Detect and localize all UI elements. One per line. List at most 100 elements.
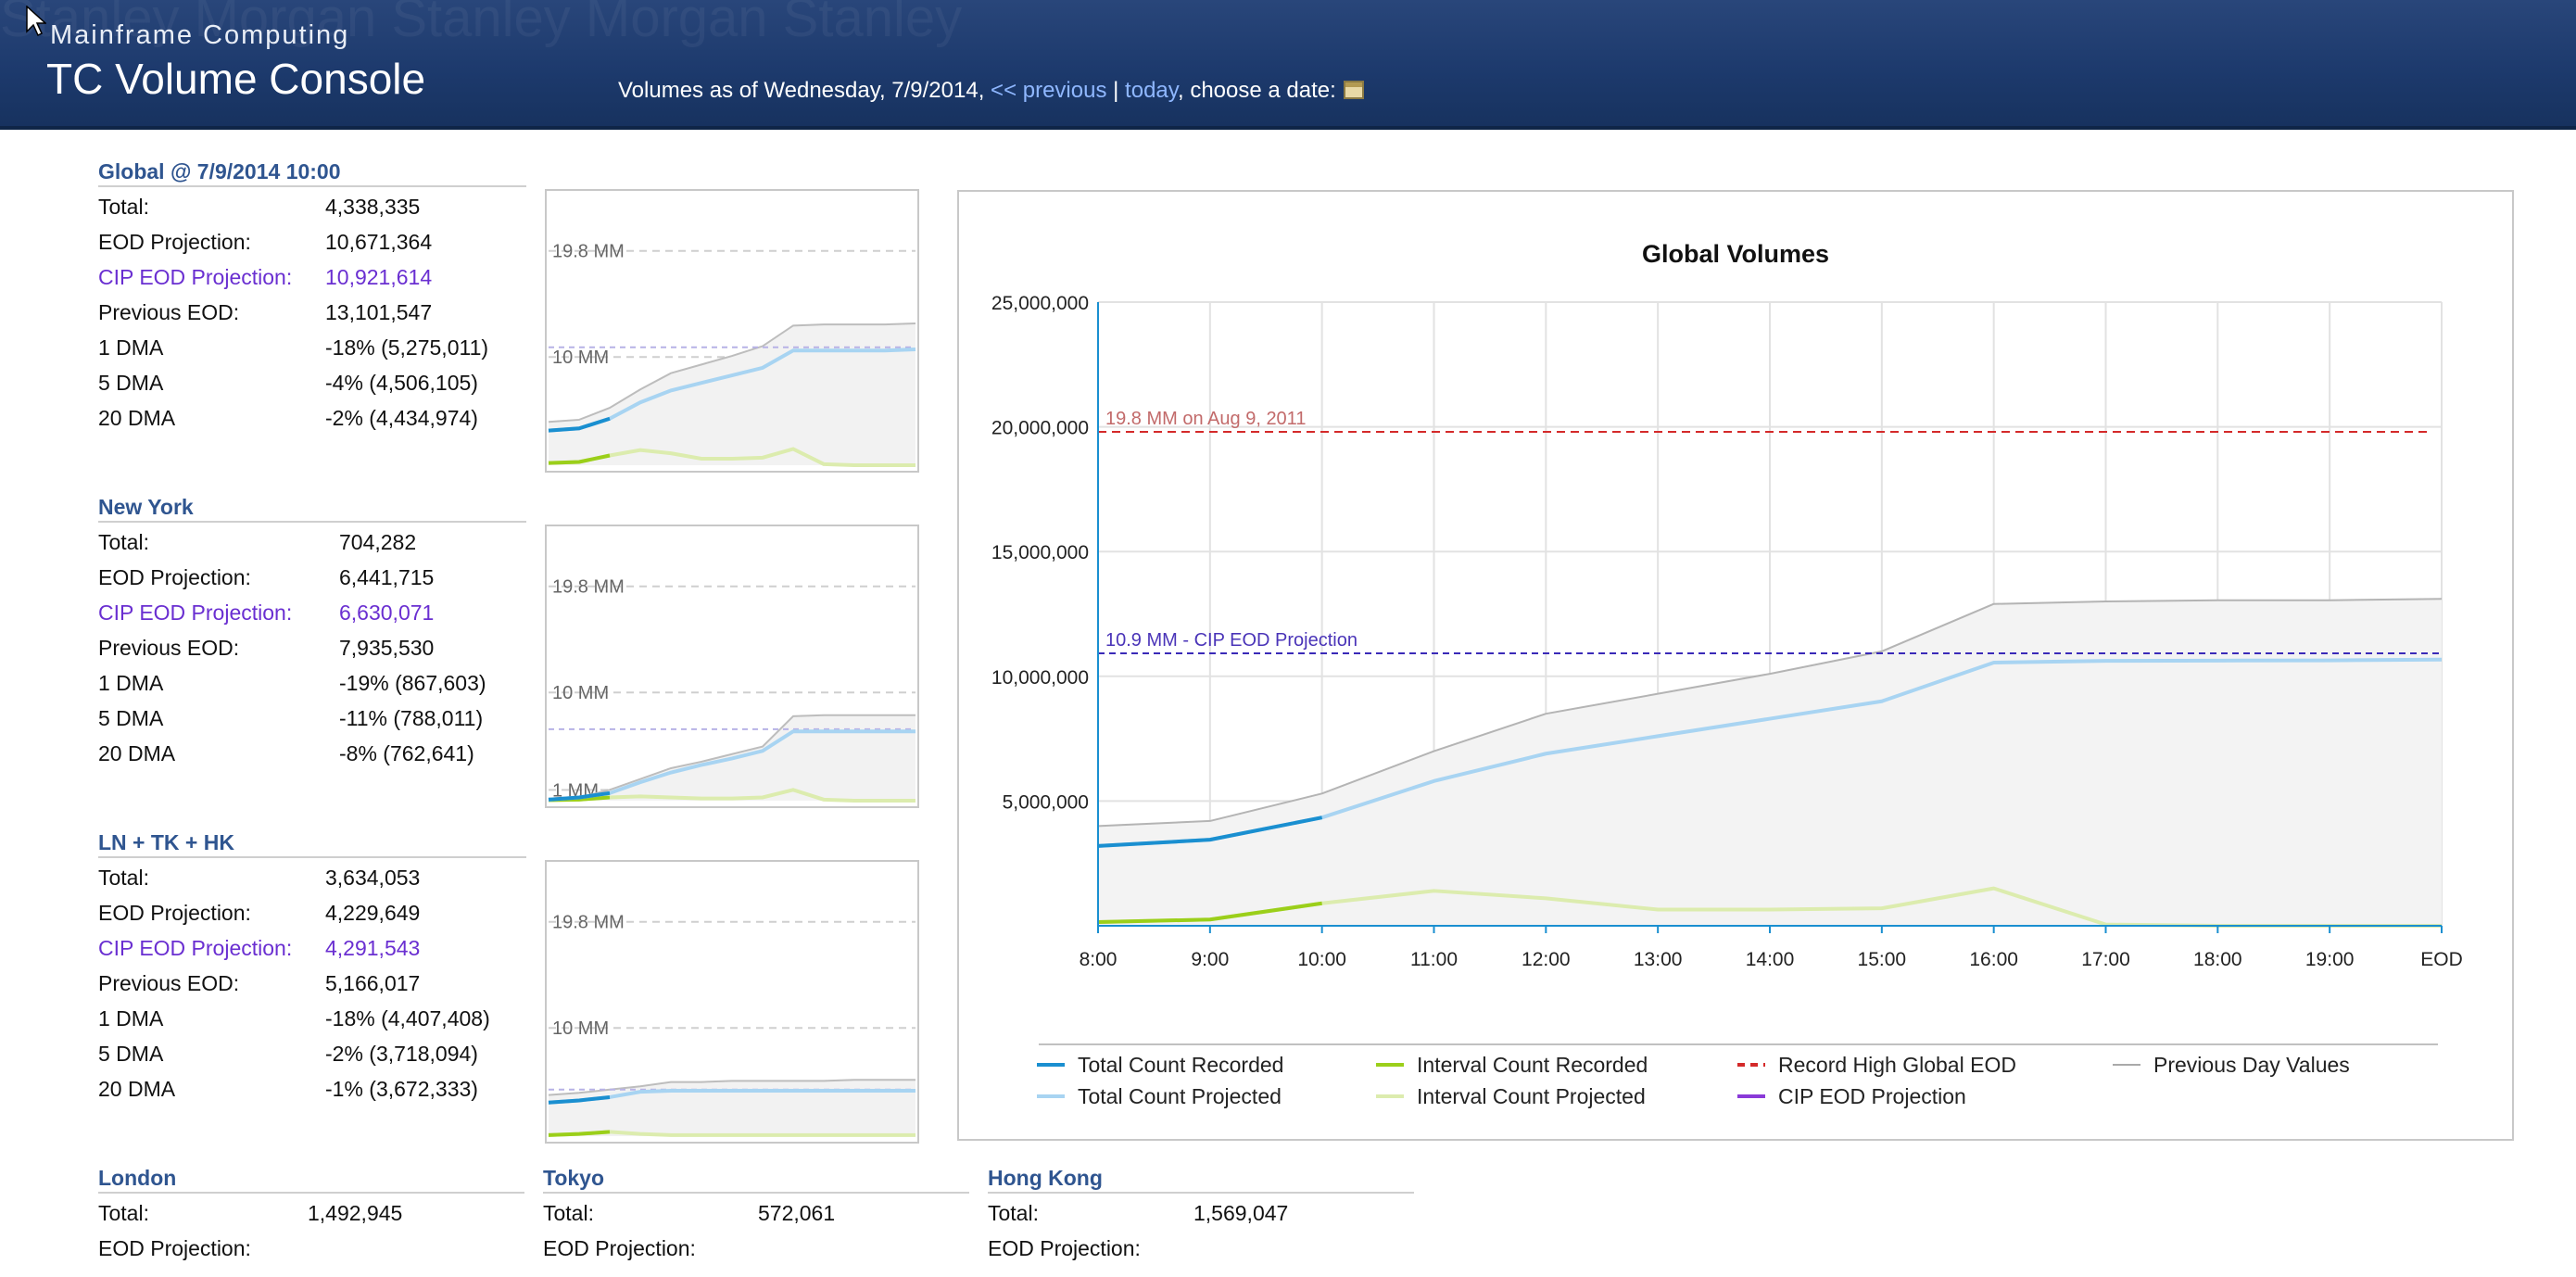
legend-label-interval-count-projected: Interval Count Projected bbox=[1417, 1084, 1646, 1108]
stat-row-20-dma: 20 DMA -1% (3,672,333) bbox=[98, 1071, 526, 1106]
stat-value: 704,282 bbox=[339, 530, 417, 554]
stat-value: 4,338,335 bbox=[325, 195, 421, 219]
date-prefix: Volumes as of Wednesday, 7/9/2014, bbox=[618, 78, 991, 103]
sparkline-gridline-label: 10 MM bbox=[552, 348, 609, 368]
x-tick-label: 15:00 bbox=[1858, 949, 1907, 970]
sparkline-gridline-label: 19.8 MM bbox=[552, 577, 625, 598]
stat-row-previous-eod: Previous EOD: 7,935,530 bbox=[98, 630, 526, 665]
stat-row-20-dma: 20 DMA -2% (4,434,974) bbox=[98, 400, 526, 436]
stat-row-eod-projection: EOD Projection: bbox=[543, 1231, 969, 1266]
y-tick-label: 15,000,000 bbox=[991, 542, 1089, 563]
x-tick-label: 16:00 bbox=[1969, 949, 2018, 970]
region-panel-ln-tk-hk: LN + TK + HK Total: 3,634,053 EOD Projectio… bbox=[98, 828, 526, 1106]
stat-row-eod-projection: EOD Projection: 4,229,649 bbox=[98, 895, 526, 930]
stat-row-5-dma: 5 DMA -4% (4,506,105) bbox=[98, 365, 526, 400]
stat-row-cip-eod-projection: CIP EOD Projection: 10,921,614 bbox=[98, 259, 526, 295]
region-title[interactable]: LN + TK + HK bbox=[98, 828, 526, 858]
x-tick-label: 14:00 bbox=[1746, 949, 1795, 970]
x-tick-label: 13:00 bbox=[1634, 949, 1683, 970]
stat-row-total: Total: 704,282 bbox=[98, 525, 526, 560]
stat-label: 20 DMA bbox=[98, 741, 176, 765]
stat-label: EOD Projection: bbox=[988, 1236, 1141, 1260]
stat-label: Total: bbox=[98, 530, 149, 554]
stat-label: Previous EOD: bbox=[98, 636, 240, 660]
link-separator: | bbox=[1106, 78, 1126, 103]
global-volumes-svg: Global Volumes 25,000,000 20,000,000 15,000… bbox=[991, 240, 2463, 1108]
stat-row-20-dma: 20 DMA -8% (762,641) bbox=[98, 736, 526, 771]
stat-label: 1 DMA bbox=[98, 335, 164, 360]
stat-row-5-dma: 5 DMA -11% (788,011) bbox=[98, 701, 526, 736]
stat-row-total: Total: 572,061 bbox=[543, 1195, 969, 1231]
stat-value: 4,229,649 bbox=[325, 901, 421, 925]
stat-value: -1% (3,672,333) bbox=[325, 1077, 478, 1101]
sparkline-previous-area bbox=[549, 1080, 915, 1136]
stat-label: 1 DMA bbox=[98, 671, 164, 695]
stat-row-previous-eod: Previous EOD: 5,166,017 bbox=[98, 966, 526, 1001]
app-subtitle: Mainframe Computing bbox=[50, 20, 350, 50]
stat-label: 20 DMA bbox=[98, 406, 176, 430]
region-panel-new-york: New York Total: 704,282 EOD Projection: 6,44… bbox=[98, 493, 526, 771]
sparkline-gridline-label: 10 MM bbox=[552, 683, 609, 703]
previous-link[interactable]: << previous bbox=[991, 78, 1106, 103]
stat-value: 3,634,053 bbox=[325, 866, 421, 890]
stat-label: CIP EOD Projection: bbox=[98, 265, 293, 289]
stat-value: 5,166,017 bbox=[325, 971, 421, 995]
date-bar: Volumes as of Wednesday, 7/9/2014, << pr… bbox=[618, 78, 1364, 104]
stat-value: 7,935,530 bbox=[339, 636, 435, 660]
today-link[interactable]: today bbox=[1125, 78, 1178, 103]
stat-row-eod-projection: EOD Projection: bbox=[98, 1231, 524, 1266]
calendar-icon[interactable] bbox=[1343, 81, 1364, 99]
y-tick-label: 20,000,000 bbox=[991, 418, 1089, 439]
x-tick-label: 18:00 bbox=[2193, 949, 2242, 970]
stat-value: 13,101,547 bbox=[325, 300, 433, 324]
stat-row-total: Total: 1,492,945 bbox=[98, 1195, 524, 1231]
sparkline-gridline-label: 19.8 MM bbox=[552, 242, 625, 262]
region-sparkline: 19.8 MM10 MM1 MM bbox=[545, 525, 919, 808]
stat-row-eod-projection: EOD Projection: bbox=[988, 1231, 1414, 1266]
stat-row-cip-eod-projection: CIP EOD Projection: 6,630,071 bbox=[98, 595, 526, 630]
record-high-label: 19.8 MM on Aug 9, 2011 bbox=[1105, 409, 1306, 429]
stat-label: Previous EOD: bbox=[98, 300, 240, 324]
legend-label-total-count-recorded: Total Count Recorded bbox=[1078, 1053, 1283, 1077]
stat-label: 5 DMA bbox=[98, 371, 164, 395]
x-tick-label: 8:00 bbox=[1080, 949, 1118, 970]
stat-value: -18% (5,275,011) bbox=[325, 335, 489, 360]
y-tick-label: 5,000,000 bbox=[1003, 791, 1089, 813]
stat-value: -19% (867,603) bbox=[339, 671, 486, 695]
region-panel-tokyo: Tokyo Total: 572,061 EOD Projection: bbox=[543, 1164, 969, 1266]
x-tick-label: 11:00 bbox=[1410, 949, 1458, 970]
region-title[interactable]: London bbox=[98, 1164, 524, 1194]
y-tick-label: 25,000,000 bbox=[991, 293, 1089, 314]
legend-label-previous-day-values: Previous Day Values bbox=[2153, 1053, 2350, 1077]
stat-label: EOD Projection: bbox=[543, 1236, 696, 1260]
stat-label: CIP EOD Projection: bbox=[98, 936, 293, 960]
stat-label: 5 DMA bbox=[98, 1042, 164, 1066]
stat-row-1-dma: 1 DMA -19% (867,603) bbox=[98, 665, 526, 701]
cip-projection-label: 10.9 MM - CIP EOD Projection bbox=[1105, 630, 1357, 651]
stat-row-total: Total: 3,634,053 bbox=[98, 860, 526, 895]
stat-label: CIP EOD Projection: bbox=[98, 601, 293, 625]
global-volumes-chart: Global Volumes 25,000,000 20,000,000 15,000… bbox=[957, 190, 2514, 1141]
stat-label: Total: bbox=[98, 866, 149, 890]
region-title[interactable]: New York bbox=[98, 493, 526, 523]
stat-value: 6,630,071 bbox=[339, 601, 435, 625]
sparkline-previous-area bbox=[549, 322, 915, 465]
x-tick-label: 9:00 bbox=[1191, 949, 1229, 970]
x-tick-label: 19:00 bbox=[2305, 949, 2355, 970]
stat-value: 572,061 bbox=[758, 1201, 836, 1225]
stat-value: -11% (788,011) bbox=[339, 706, 484, 730]
stat-value: -4% (4,506,105) bbox=[325, 371, 478, 395]
stat-value: 1,492,945 bbox=[308, 1201, 403, 1225]
stat-label: 5 DMA bbox=[98, 706, 164, 730]
legend-label-interval-count-recorded: Interval Count Recorded bbox=[1417, 1053, 1648, 1077]
region-title[interactable]: Global @ 7/9/2014 10:00 bbox=[98, 158, 526, 187]
region-title[interactable]: Tokyo bbox=[543, 1164, 969, 1194]
stat-value: 6,441,715 bbox=[339, 565, 435, 589]
chart-title: Global Volumes bbox=[1642, 240, 1829, 268]
stat-row-5-dma: 5 DMA -2% (3,718,094) bbox=[98, 1036, 526, 1071]
region-title[interactable]: Hong Kong bbox=[988, 1164, 1414, 1194]
x-tick-label: 12:00 bbox=[1522, 949, 1571, 970]
region-sparkline: 19.8 MM10 MM1 MM bbox=[545, 189, 919, 473]
stat-row-1-dma: 1 DMA -18% (4,407,408) bbox=[98, 1001, 526, 1036]
region-panel-global-7-9-2014-10-00: Global @ 7/9/2014 10:00 Total: 4,338,335 EO… bbox=[98, 158, 526, 436]
